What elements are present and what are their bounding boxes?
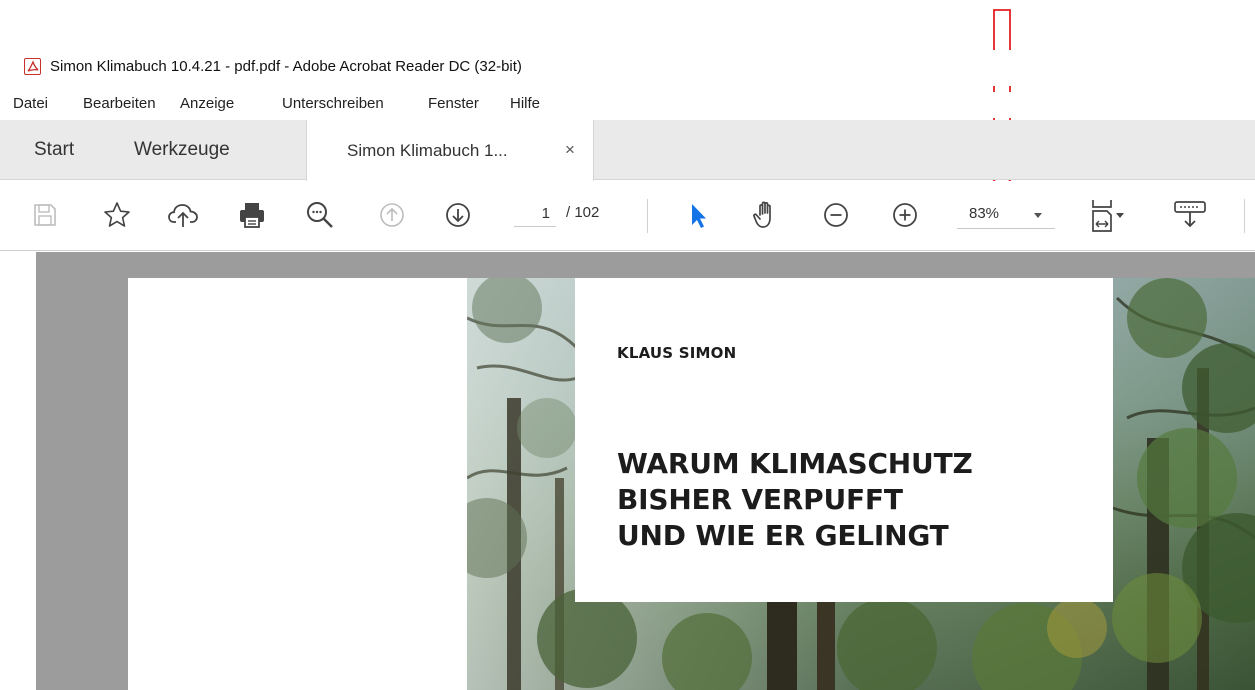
acrobat-icon xyxy=(24,58,41,75)
select-cursor-icon[interactable] xyxy=(678,195,718,235)
book-title-line: WARUM KLIMASCHUTZ xyxy=(617,447,973,480)
scrolling-mode-icon[interactable] xyxy=(1170,195,1210,235)
close-icon[interactable]: × xyxy=(565,140,575,160)
search-zoom-icon[interactable] xyxy=(300,195,340,235)
window-title: Simon Klimabuch 10.4.21 - pdf.pdf - Adob… xyxy=(50,58,522,75)
menu-unterschreiben[interactable]: Unterschreiben xyxy=(282,95,384,112)
page-up-icon[interactable] xyxy=(372,195,412,235)
tab-document[interactable]: Simon Klimabuch 1... × xyxy=(306,120,594,181)
page-total-label: / 102 xyxy=(566,204,600,221)
menu-datei[interactable]: Datei xyxy=(13,95,48,112)
page-number-input[interactable] xyxy=(514,201,556,227)
menu-bearbeiten[interactable]: Bearbeiten xyxy=(83,95,156,112)
tab-start[interactable]: Start xyxy=(34,120,74,180)
page-down-icon[interactable] xyxy=(438,195,478,235)
zoom-out-icon[interactable] xyxy=(816,195,856,235)
menu-anzeige[interactable]: Anzeige xyxy=(180,95,234,112)
zoom-in-icon[interactable] xyxy=(885,195,925,235)
tab-werkzeuge[interactable]: Werkzeuge xyxy=(134,120,230,180)
menu-hilfe[interactable]: Hilfe xyxy=(510,95,540,112)
menu-fenster[interactable]: Fenster xyxy=(428,95,479,112)
document-viewer[interactable]: KLAUS SIMON WARUM KLIMASCHUTZ BISHER VER… xyxy=(0,252,1255,690)
viewer-background xyxy=(36,252,1255,278)
toolbar: / 102 83% xyxy=(0,181,1255,251)
chevron-down-icon xyxy=(1033,207,1043,225)
book-author: KLAUS SIMON xyxy=(617,344,737,362)
tab-bar: Start Werkzeuge Simon Klimabuch 1... × xyxy=(0,120,1255,181)
upload-cloud-icon[interactable] xyxy=(163,195,203,235)
window-title-bar: Simon Klimabuch 10.4.21 - pdf.pdf - Adob… xyxy=(0,50,1255,86)
cover-title-panel: KLAUS SIMON WARUM KLIMASCHUTZ BISHER VER… xyxy=(575,278,1113,602)
book-title-line: UND WIE ER GELINGT xyxy=(617,519,949,552)
tab-document-label: Simon Klimabuch 1... xyxy=(347,141,508,160)
toolbar-divider xyxy=(647,199,648,233)
menu-bar: Datei Bearbeiten Anzeige Unterschreiben … xyxy=(0,92,1255,118)
hand-tool-icon[interactable] xyxy=(747,195,787,235)
book-title: WARUM KLIMASCHUTZ BISHER VERPUFFT UND WI… xyxy=(617,446,973,554)
pdf-page: KLAUS SIMON WARUM KLIMASCHUTZ BISHER VER… xyxy=(128,278,1255,690)
zoom-dropdown[interactable]: 83% xyxy=(957,199,1055,229)
book-cover-image: KLAUS SIMON WARUM KLIMASCHUTZ BISHER VER… xyxy=(467,278,1255,690)
zoom-value: 83% xyxy=(969,205,1000,222)
book-title-line: BISHER VERPUFFT xyxy=(617,483,903,516)
viewer-background xyxy=(36,278,128,690)
fit-page-icon[interactable] xyxy=(1087,195,1127,235)
bookmark-star-icon[interactable] xyxy=(97,195,137,235)
print-icon[interactable] xyxy=(232,195,272,235)
toolbar-divider xyxy=(1244,199,1245,233)
save-icon[interactable] xyxy=(25,195,65,235)
